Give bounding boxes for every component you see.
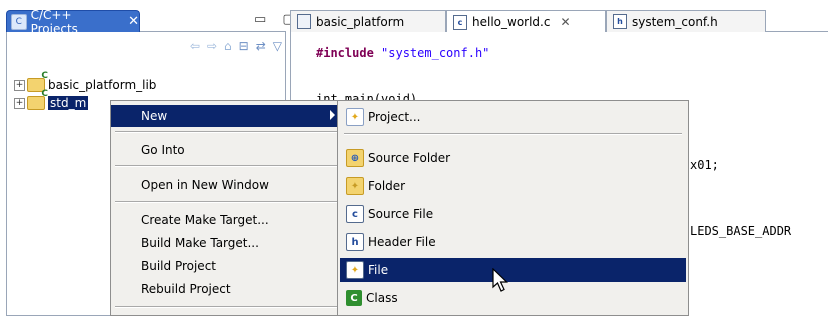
tab-c-cpp-projects[interactable]: C C/C++ Projects ✕	[6, 8, 140, 36]
code-line-include: #include "system_conf.h"	[316, 46, 489, 60]
include-string: "system_conf.h"	[381, 46, 490, 60]
menu-item-label: Build Make Target...	[141, 236, 259, 250]
tab-hello-world-c[interactable]: c hello_world.c ✕	[446, 10, 606, 33]
menu-item-label: Create Make Target...	[141, 213, 269, 227]
c-file-icon: c	[453, 14, 467, 30]
link-editor-icon[interactable]: ⇄	[256, 39, 266, 53]
menu-item-new[interactable]: New	[111, 105, 341, 127]
tab-label: system_conf.h	[632, 14, 718, 29]
menu-item-build-project[interactable]: Build Project	[111, 255, 341, 277]
h-file-icon: h	[613, 14, 627, 29]
submenu-item-label: Class	[366, 291, 398, 305]
new-class-icon: C	[346, 290, 362, 306]
tree-item-label: basic_platform_lib	[48, 78, 157, 92]
submenu-item-label: Folder	[368, 179, 406, 193]
menu-separator	[115, 165, 337, 167]
submenu-item-file[interactable]: ✦ File	[340, 258, 686, 282]
menu-separator	[115, 201, 337, 203]
menu-item-label: Build Project	[141, 259, 216, 273]
submenu-item-project[interactable]: ✦ Project...	[340, 105, 686, 129]
submenu-item-folder[interactable]: ✦ Folder	[340, 174, 686, 198]
tab-basic-platform[interactable]: basic_platform	[290, 10, 446, 32]
code-line-fragment: x01;	[690, 158, 719, 172]
back-icon[interactable]: ⇦	[190, 39, 200, 53]
expand-icon[interactable]: +	[14, 79, 25, 91]
tab-label: hello_world.c	[472, 15, 551, 29]
expand-icon[interactable]: +	[14, 97, 25, 109]
tree-item-label: std_m	[48, 96, 89, 110]
new-project-icon: ✦	[346, 108, 364, 126]
submenu-arrow-icon	[330, 110, 335, 120]
submenu-item-source-file[interactable]: c Source File	[340, 202, 686, 226]
menu-item-create-make-target[interactable]: Create Make Target...	[111, 209, 341, 231]
submenu-item-label: Source File	[368, 207, 434, 221]
submenu-item-label: File	[368, 263, 389, 277]
submenu-item-class[interactable]: C Class	[340, 286, 686, 310]
submenu-item-header-file[interactable]: h Header File	[340, 230, 686, 254]
menu-item-go-into[interactable]: Go Into	[111, 139, 341, 161]
tree-item-basic-platform-lib[interactable]: + basic_platform_lib	[14, 71, 157, 94]
menu-item-label: Go Into	[141, 143, 185, 157]
context-menu: New Go Into Open in New Window Create Ma…	[110, 100, 342, 316]
menu-item-label: New	[141, 109, 168, 123]
menu-item-build-make-target[interactable]: Build Make Target...	[111, 232, 341, 254]
new-file-icon: ✦	[346, 261, 364, 279]
menu-item-rebuild-project[interactable]: Rebuild Project	[111, 278, 341, 300]
file-icon	[297, 14, 311, 29]
close-icon[interactable]: ✕	[560, 15, 570, 29]
source-folder-icon: ⊕	[346, 149, 364, 167]
collapse-all-icon[interactable]: ⊟	[239, 39, 249, 53]
source-file-icon: c	[346, 205, 364, 223]
code-line-fragment: LEDS_BASE_ADDR	[690, 224, 792, 238]
folder-icon: ✦	[346, 177, 364, 195]
view-menu-icon[interactable]: ▽	[273, 39, 282, 53]
tab-label: basic_platform	[316, 14, 405, 29]
up-icon[interactable]: ⌂	[224, 39, 232, 53]
header-file-icon: h	[346, 233, 364, 251]
view-toolbar: ⇦ ⇨ ⌂ ⊟ ⇄ ▽	[12, 36, 282, 56]
forward-icon[interactable]: ⇨	[207, 39, 217, 53]
new-submenu: ✦ Project... ⊕ Source Folder ✦ Folder c …	[337, 100, 689, 316]
menu-item-label: Rebuild Project	[141, 282, 231, 296]
c-projects-icon: C	[11, 13, 27, 30]
close-icon[interactable]: ✕	[128, 14, 139, 29]
menu-separator	[344, 133, 682, 135]
c-project-folder-icon	[27, 89, 48, 110]
submenu-item-label: Header File	[368, 235, 436, 249]
menu-separator	[115, 131, 337, 133]
tab-system-conf-h[interactable]: h system_conf.h	[606, 10, 766, 32]
menu-item-label: Open in New Window	[141, 178, 269, 192]
menu-item-open-in-new-window[interactable]: Open in New Window	[111, 174, 341, 196]
menu-separator	[115, 306, 337, 308]
include-keyword: #include	[316, 46, 374, 60]
tree-item-std-m[interactable]: + std_m	[14, 89, 89, 112]
submenu-item-label: Source Folder	[368, 151, 451, 165]
submenu-item-label: Project...	[368, 110, 421, 124]
submenu-item-source-folder[interactable]: ⊕ Source Folder	[340, 146, 686, 170]
mouse-pointer-icon	[492, 268, 508, 292]
